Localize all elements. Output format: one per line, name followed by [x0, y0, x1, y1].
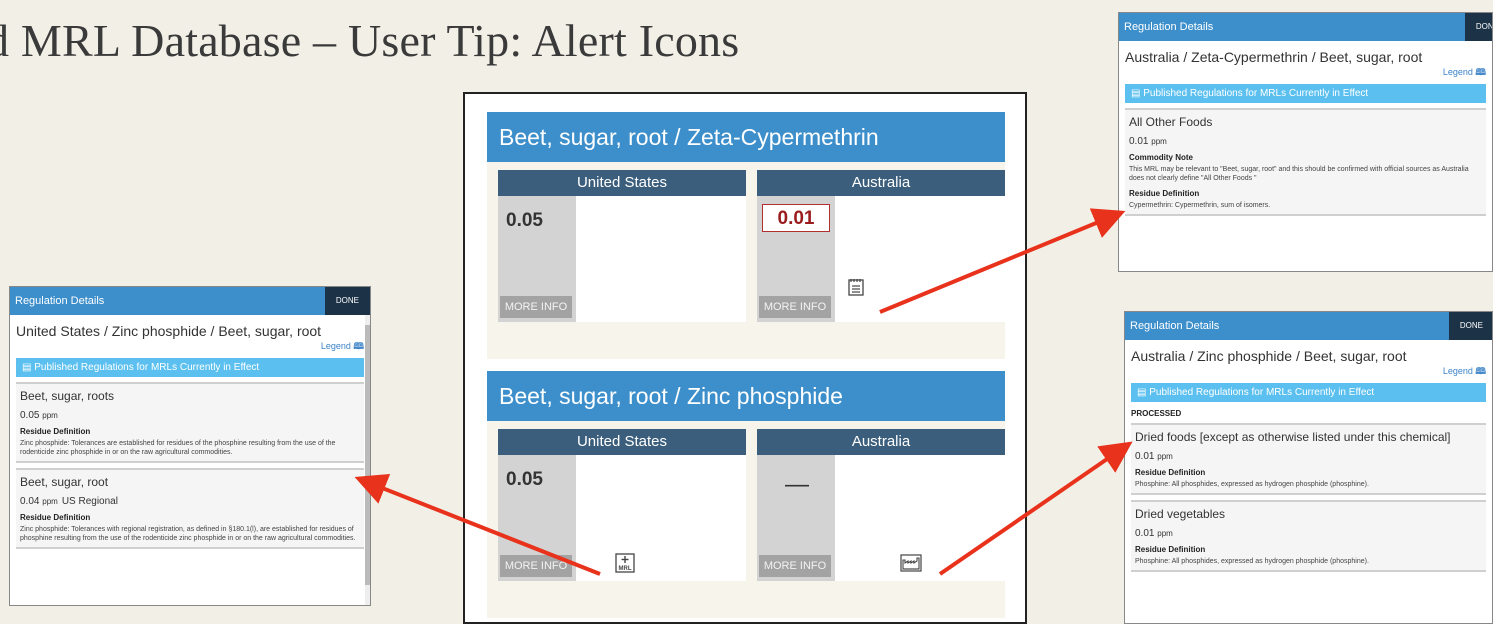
done-button[interactable]: DONE — [324, 287, 370, 315]
mrl-value: 0.01 ppm — [1135, 528, 1173, 539]
residue-definition-text: Phosphine: All phosphides, expressed as … — [1135, 481, 1369, 488]
regulation-entry: Dried foods [except as otherwise listed … — [1131, 423, 1486, 495]
processed-section-label: PROCESSED — [1131, 409, 1182, 418]
regional-mrl-icon[interactable]: MRL — [615, 553, 635, 578]
mrl-comparison-panel: Beet, sugar, root / Zeta-Cypermethrin Un… — [463, 92, 1027, 624]
mrl-value: 0.01 ppm — [1135, 451, 1173, 462]
regional-label: US Regional — [61, 496, 118, 507]
commodity-note-label: Commodity Note — [1129, 153, 1193, 162]
dialog-header: Regulation Details DONE — [10, 287, 370, 315]
more-info-button[interactable]: MORE INFO — [759, 296, 831, 318]
book-icon: 🕮 — [1475, 67, 1486, 77]
residue-definition-label: Residue Definition — [20, 513, 91, 522]
dialog-header-title: Regulation Details — [1130, 320, 1220, 332]
country-name: Australia — [757, 429, 1005, 455]
mrl-value: 0.05 ppm — [20, 410, 58, 421]
more-info-button[interactable]: MORE INFO — [759, 555, 831, 577]
slide-title: d MRL Database – User Tip: Alert Icons — [0, 15, 740, 66]
dialog-header-title: Regulation Details — [15, 295, 105, 307]
value-column: 0.01 MORE INFO — [757, 196, 835, 322]
published-regulations-bar: ▤ Published Regulations for MRLs Current… — [1125, 84, 1486, 103]
mrl-value: 0.01 ppm — [1129, 136, 1167, 147]
value-column: 0.05 MORE INFO — [498, 455, 576, 581]
commodity-note-icon[interactable] — [848, 278, 864, 301]
country-panel-united-states: United States 0.05 MORE INFO MRL — [498, 429, 746, 581]
residue-definition-text: Zinc phosphide: Tolerances with regional… — [20, 526, 356, 542]
regional-mrl-icon-text: MRL — [619, 566, 632, 572]
more-info-button[interactable]: MORE INFO — [500, 555, 572, 577]
commodity-name: Beet, sugar, roots — [20, 389, 115, 403]
value-column: — MORE INFO — [757, 455, 835, 581]
residue-definition-label: Residue Definition — [20, 427, 91, 436]
dialog-title: United States / Zinc phosphide / Beet, s… — [16, 323, 322, 339]
residue-definition-text: Cypermethrin: Cypermethrin, sum of isome… — [1129, 202, 1271, 209]
more-info-button[interactable]: MORE INFO — [500, 296, 572, 318]
dialog-header: Regulation Details DONE — [1119, 13, 1492, 41]
mrl-value: 0.05 — [506, 210, 543, 231]
dialog-title: Australia / Zinc phosphide / Beet, sugar… — [1131, 348, 1407, 364]
processed-factory-icon[interactable] — [900, 554, 922, 577]
book-icon: 🕮 — [353, 341, 364, 351]
regulation-entry: All Other Foods 0.01 ppm Commodity Note … — [1125, 108, 1486, 216]
card-header: Beet, sugar, root / Zeta-Cypermethrin — [487, 112, 1005, 162]
commodity-name: Dried foods [except as otherwise listed … — [1135, 430, 1451, 444]
dialog-header-title: Regulation Details — [1124, 21, 1214, 33]
country-name: United States — [498, 429, 746, 455]
residue-definition-text: Zinc phosphide: Tolerances are establish… — [20, 440, 336, 456]
commodity-note-text: This MRL may be relevant to "Beet, sugar… — [1129, 166, 1469, 182]
commodity-name: Beet, sugar, root — [20, 475, 109, 489]
commodity-name: Dried vegetables — [1135, 507, 1226, 521]
mrl-value: 0.04 ppm US Regional — [20, 496, 118, 507]
legend-link[interactable]: Legend 🕮 — [10, 339, 370, 355]
residue-definition-label: Residue Definition — [1135, 468, 1206, 477]
value-column: 0.05 MORE INFO — [498, 196, 576, 322]
country-panel-australia: Australia 0.01 MORE INFO — [757, 170, 1005, 322]
legend-link[interactable]: Legend 🕮 — [1125, 364, 1492, 380]
country-name: United States — [498, 170, 746, 196]
mrl-value-alert[interactable]: 0.01 — [762, 204, 830, 232]
legend-link[interactable]: Legend 🕮 — [1119, 65, 1492, 81]
done-button[interactable]: DONE — [1464, 13, 1492, 41]
residue-definition-text: Phosphine: All phosphides, expressed as … — [1135, 558, 1369, 565]
regulation-details-dialog-us-zinc: Regulation Details DONE United States / … — [9, 286, 371, 606]
scrollbar[interactable] — [365, 315, 370, 605]
regulation-details-dialog-au-zeta: Regulation Details DONE Australia / Zeta… — [1118, 12, 1493, 272]
country-panel-australia: Australia — MORE INFO — [757, 429, 1005, 581]
regulation-entry: Dried vegetables 0.01 ppm Residue Defini… — [1131, 500, 1486, 572]
published-regulations-bar: ▤ Published Regulations for MRLs Current… — [16, 358, 364, 377]
done-button[interactable]: DONE — [1448, 312, 1492, 340]
published-regulations-bar: ▤ Published Regulations for MRLs Current… — [1131, 383, 1486, 402]
regulation-entry: Beet, sugar, root 0.04 ppm US Regional Re… — [16, 468, 364, 549]
regulation-entry: Beet, sugar, roots 0.05 ppm Residue Defi… — [16, 382, 364, 463]
dialog-header: Regulation Details DONE — [1125, 312, 1492, 340]
residue-definition-label: Residue Definition — [1129, 189, 1200, 198]
country-panel-united-states: United States 0.05 MORE INFO — [498, 170, 746, 322]
book-icon: 🕮 — [1475, 366, 1486, 376]
country-name: Australia — [757, 170, 1005, 196]
residue-definition-label: Residue Definition — [1135, 545, 1206, 554]
dialog-title: Australia / Zeta-Cypermethrin / Beet, su… — [1125, 49, 1423, 65]
mrl-value-none: — — [785, 471, 809, 498]
commodity-card-zinc-phosphide: Beet, sugar, root / Zinc phosphide Unite… — [487, 371, 1005, 618]
regulation-details-dialog-au-zinc: Regulation Details DONE Australia / Zinc… — [1124, 311, 1493, 624]
commodity-card-zeta-cypermethrin: Beet, sugar, root / Zeta-Cypermethrin Un… — [487, 112, 1005, 359]
mrl-value: 0.05 — [506, 469, 543, 490]
commodity-name: All Other Foods — [1129, 115, 1213, 129]
card-header: Beet, sugar, root / Zinc phosphide — [487, 371, 1005, 421]
